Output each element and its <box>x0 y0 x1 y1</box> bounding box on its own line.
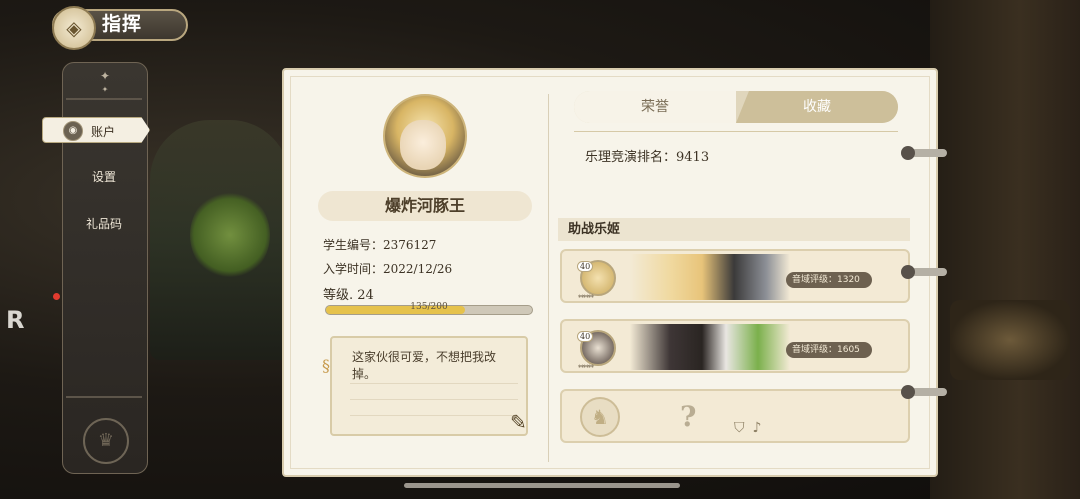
sidebar-item-label: 账户 <box>91 125 116 139</box>
diamond-compass-icon[interactable]: ◈ <box>52 6 96 50</box>
sparkle-icon: ✦ <box>99 69 111 83</box>
crest-icon: ♛ <box>83 418 129 464</box>
nav-divider <box>66 98 142 100</box>
card-2-level: 40 <box>577 331 594 342</box>
avatar-portrait <box>400 120 446 170</box>
background-foliage <box>190 190 270 280</box>
competition-rank: 乐理竞演排名：9413 <box>585 150 710 165</box>
paperclip-icon: § <box>322 356 330 375</box>
binder-ring-head <box>901 385 915 399</box>
page-title: 指挥 <box>102 13 143 35</box>
card-2-stars: ****** <box>578 364 594 372</box>
binder-ring-head <box>901 265 915 279</box>
xp-text: 135/200 <box>410 302 448 312</box>
account-icon: ◉ <box>63 121 83 141</box>
tab-honor[interactable]: 荣誉 <box>574 91 736 123</box>
sidebar-item-settings[interactable]: 设置 <box>62 168 146 185</box>
app-logo: R <box>6 306 25 334</box>
card-1-art <box>630 254 790 300</box>
shield-lyre-icons: ⛉♪ <box>734 420 770 436</box>
card-1-stars: ****** <box>578 294 594 302</box>
student-id: 学生编号：2376127 <box>323 238 437 252</box>
background-furniture <box>950 300 1070 380</box>
sidebar-item-gift-code[interactable]: 礼品码 <box>62 215 146 232</box>
background-room <box>930 0 1080 499</box>
notification-dot <box>53 293 60 300</box>
sparkle-small-icon: ✦ <box>101 85 109 94</box>
player-name: 爆炸河豚王 <box>318 191 532 221</box>
player-level: 等级. 24 <box>323 288 374 303</box>
signature-text: 这家伙很可爱，不想把我改掉。 <box>352 350 497 381</box>
unknown-mark: ? <box>680 400 697 433</box>
panel-divider <box>548 94 549 462</box>
nav-divider <box>66 396 142 398</box>
tab-bar: 荣誉 收藏 <box>574 91 898 123</box>
binder-ring-head <box>901 146 915 160</box>
card-1-rating-badge: 音域评级：1320 <box>786 272 872 288</box>
card-2-rating-badge: 音域评级：1605 <box>786 342 872 358</box>
support-section-title: 助战乐姬 <box>558 218 910 241</box>
silhouette-icon: ♞ <box>580 397 620 437</box>
quill-edit-icon[interactable]: ✎ <box>510 410 538 438</box>
card-1-level: 40 <box>577 261 594 272</box>
enroll-date: 入学时间：2022/12/26 <box>323 262 453 276</box>
sidebar-item-account[interactable]: ◉ 账户 <box>42 117 150 143</box>
home-indicator[interactable] <box>404 483 680 488</box>
tab-collection[interactable]: 收藏 <box>736 91 898 123</box>
tab-underline <box>574 131 898 132</box>
card-2-art <box>630 324 790 370</box>
